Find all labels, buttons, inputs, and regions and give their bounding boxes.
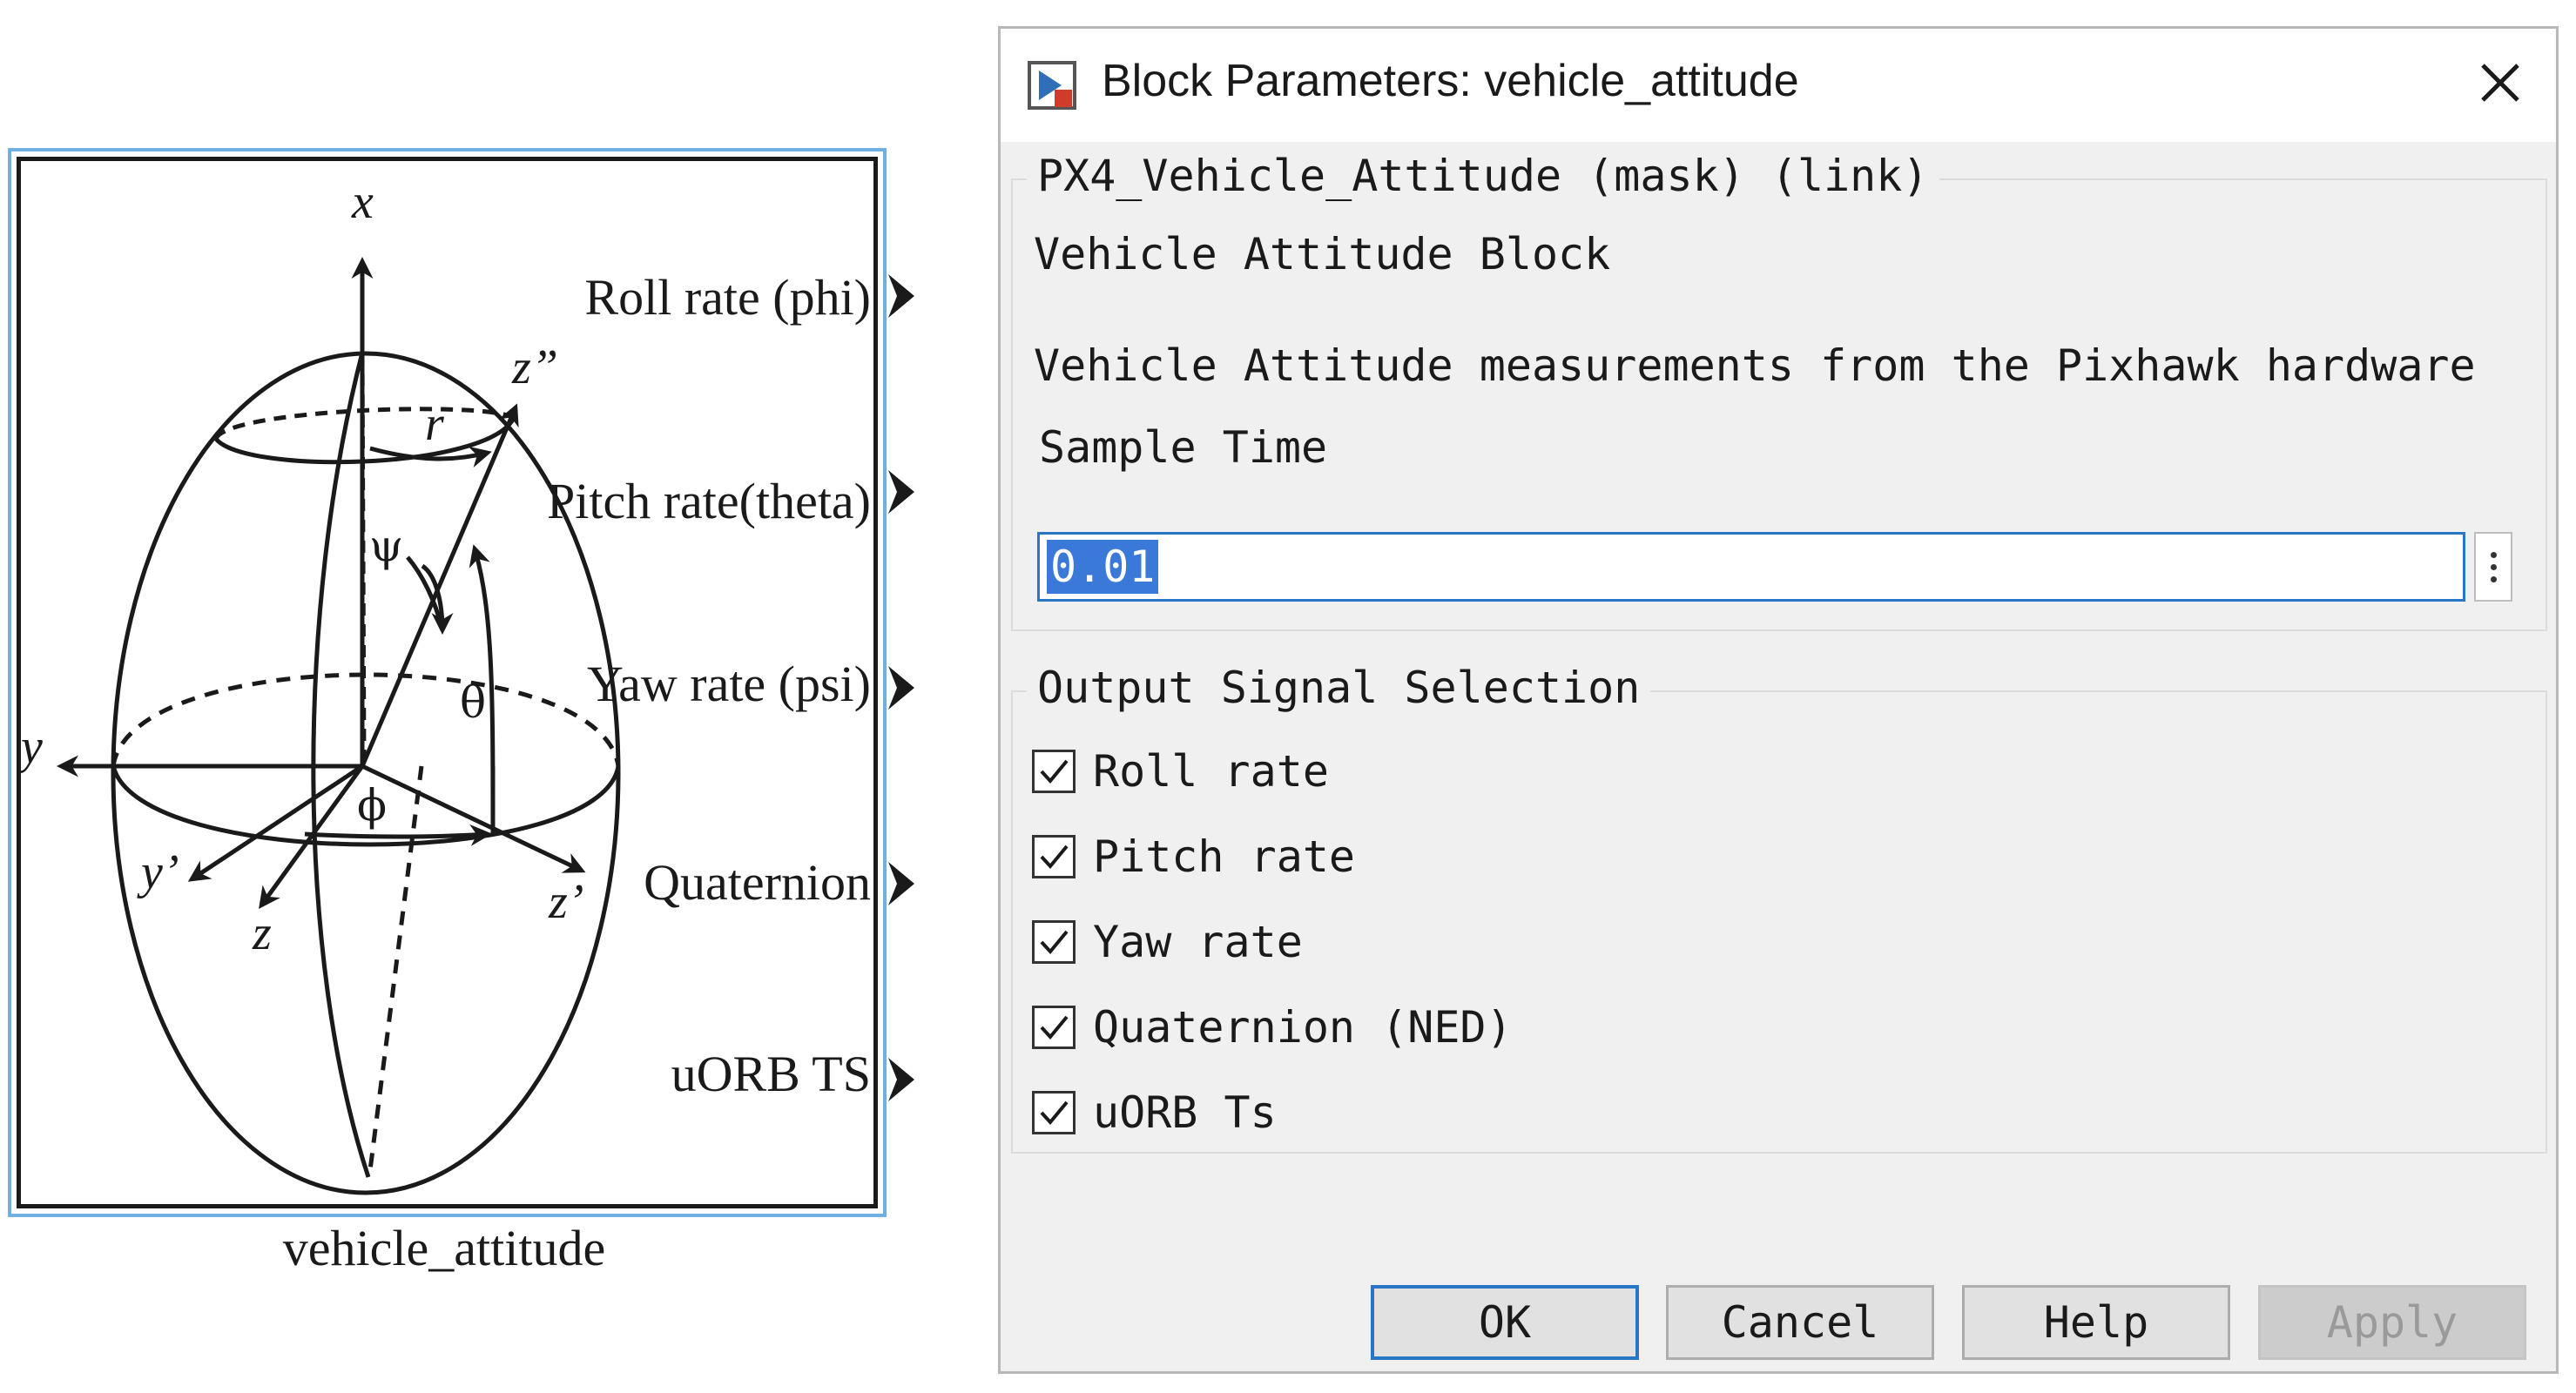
y-prime-axis-label: y’: [141, 845, 179, 899]
checkbox-checked-icon[interactable]: [1032, 835, 1076, 878]
block-parameters-dialog: Block Parameters: vehicle_attitude PX4_V…: [998, 26, 2559, 1374]
mask-group-label: PX4_Vehicle_Attitude (mask) (link): [1027, 151, 1939, 201]
simulink-block-icon: [1028, 61, 1076, 110]
output-checkbox-roll-rate[interactable]: Roll rate: [1032, 741, 1329, 802]
z-axis-label: z: [253, 906, 272, 960]
phi-angle-label: ϕ: [357, 780, 388, 831]
checkbox-label: Quaternion (NED): [1093, 1002, 1513, 1053]
checkbox-label: Pitch rate: [1093, 831, 1356, 882]
port-label-quaternion: Quaternion: [644, 854, 871, 911]
output-checkbox-yaw-rate[interactable]: Yaw rate: [1032, 912, 1303, 972]
help-button[interactable]: Help: [1962, 1285, 2230, 1360]
psi-angle-label: ψ: [369, 521, 404, 571]
output-checkbox-uorb-ts[interactable]: uORB Ts: [1032, 1082, 1277, 1143]
cancel-button[interactable]: Cancel: [1666, 1285, 1934, 1360]
theta-angle-label: θ: [460, 677, 487, 728]
block-name-label[interactable]: vehicle_attitude: [0, 1219, 888, 1277]
checkbox-checked-icon[interactable]: [1032, 750, 1076, 793]
ellipsoid-outline: [111, 351, 621, 1195]
more-options-icon[interactable]: [2474, 532, 2512, 602]
apply-button[interactable]: Apply: [2258, 1285, 2526, 1360]
sample-time-input[interactable]: 0.01: [1037, 532, 2465, 602]
checkbox-label: uORB Ts: [1093, 1087, 1277, 1138]
output-port-arrows: [888, 274, 914, 1101]
sample-time-value[interactable]: 0.01: [1047, 540, 1159, 594]
checkbox-label: Yaw rate: [1093, 917, 1303, 967]
dialog-title: Block Parameters: vehicle_attitude: [1102, 56, 1799, 106]
ok-button[interactable]: OK: [1371, 1285, 1639, 1360]
r-label: r: [425, 397, 444, 451]
output-checkbox-quaternion[interactable]: Quaternion (NED): [1032, 997, 1513, 1058]
y-axis-label: y: [21, 720, 43, 774]
close-icon[interactable]: [2469, 51, 2532, 114]
z-double-prime-axis-label: z”: [512, 340, 558, 394]
port-label-uorb-ts: uORB TS: [671, 1046, 871, 1102]
z-prime-axis-label: z’: [549, 875, 584, 929]
checkbox-checked-icon[interactable]: [1032, 1091, 1076, 1134]
simulink-block[interactable]: x y y’ z z’ z” r ψ θ ϕ Roll rate (phi) P…: [0, 0, 958, 1393]
checkbox-checked-icon[interactable]: [1032, 1006, 1076, 1049]
output-group-label: Output Signal Selection: [1027, 663, 1651, 713]
checkbox-checked-icon[interactable]: [1032, 920, 1076, 964]
checkbox-label: Roll rate: [1093, 746, 1329, 797]
sample-time-label: Sample Time: [1039, 422, 1328, 473]
port-label-roll-rate: Roll rate (phi): [584, 269, 871, 326]
dialog-body: PX4_Vehicle_Attitude (mask) (link) Vehic…: [1001, 142, 2556, 1371]
x-axis-label: x: [352, 175, 374, 229]
port-label-yaw-rate: Yaw rate (psi): [587, 656, 871, 712]
block-description-text: Vehicle Attitude measurements from the P…: [1034, 340, 2476, 391]
dialog-titlebar[interactable]: Block Parameters: vehicle_attitude: [1001, 29, 2556, 142]
output-checkbox-pitch-rate[interactable]: Pitch rate: [1032, 826, 1355, 887]
port-label-pitch-rate: Pitch rate(theta): [547, 473, 871, 529]
block-type-text: Vehicle Attitude Block: [1034, 229, 1611, 279]
